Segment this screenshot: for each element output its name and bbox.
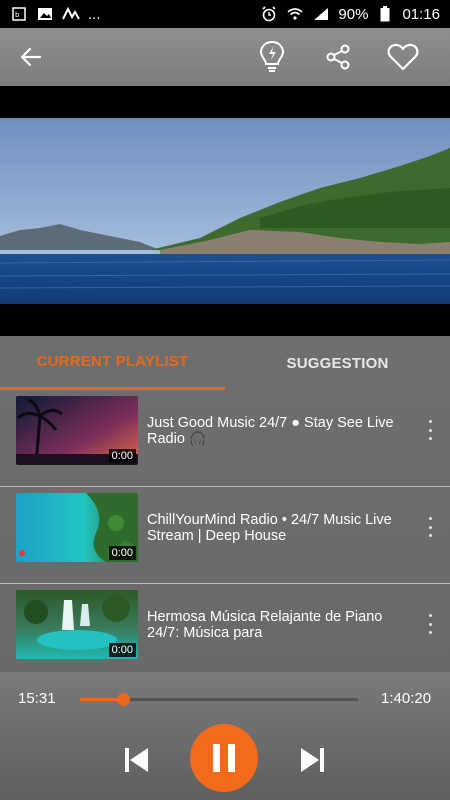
status-right: 90% 01:16 (260, 6, 440, 23)
lightbulb-icon (259, 40, 285, 72)
player-controls: 15:31 1:40:20 (0, 672, 450, 800)
skip-next-icon (301, 748, 324, 772)
share-button[interactable] (318, 37, 358, 77)
playlist-item[interactable]: 0:00 Hermosa Música Relajante de Piano 2… (0, 584, 450, 672)
playlist-item-title: Just Good Music 24/7 ● Stay See Live Rad… (147, 415, 394, 447)
notification-app-icon: b (10, 6, 28, 22)
video-player[interactable] (0, 86, 450, 336)
video-frame (0, 118, 450, 304)
tab-current-playlist[interactable]: CURRENT PLAYLIST (0, 336, 225, 390)
tab-suggestion[interactable]: SUGGESTION (225, 336, 450, 390)
video-thumbnail: 0:00 (16, 590, 138, 659)
app-logo-icon (62, 6, 80, 22)
heart-icon (387, 43, 419, 71)
signal-icon (312, 6, 330, 22)
playlist-item-title: Hermosa Música Relajante de Piano 24/7: … (147, 609, 383, 641)
more-options-button[interactable] (424, 614, 436, 634)
more-options-button[interactable] (424, 420, 436, 440)
skip-previous-icon (125, 748, 148, 772)
share-icon (326, 44, 350, 70)
more-options-button[interactable] (424, 517, 436, 537)
favorite-button[interactable] (383, 37, 423, 77)
duration-badge: 0:00 (108, 449, 136, 463)
playlist-item[interactable]: 0:00 ChillYourMind Radio • 24/7 Music Li… (0, 487, 450, 584)
back-arrow-icon (20, 47, 42, 67)
clock-text: 01:16 (402, 5, 440, 23)
pause-button[interactable] (190, 724, 258, 792)
image-icon (36, 6, 54, 22)
toolbar (0, 28, 450, 86)
video-thumbnail: 0:00 (16, 396, 138, 465)
pause-icon (213, 744, 235, 772)
battery-icon (376, 6, 394, 22)
status-more-text: ... (88, 5, 101, 23)
playlist-item[interactable]: 0:00 Just Good Music 24/7 ● Stay See Liv… (0, 390, 450, 487)
playlist: 0:00 Just Good Music 24/7 ● Stay See Liv… (0, 390, 450, 672)
lightbulb-button[interactable] (252, 37, 292, 77)
status-bar: b ... 90% 01:16 (0, 0, 450, 28)
playlist-item-title: ChillYourMind Radio • 24/7 Music Live St… (147, 512, 392, 544)
back-button[interactable] (11, 37, 51, 77)
video-thumbnail: 0:00 (16, 493, 138, 562)
seek-thumb[interactable] (117, 693, 131, 706)
duration-badge: 0:00 (108, 546, 136, 560)
total-time: 1:40:20 (381, 690, 432, 707)
next-button[interactable] (295, 742, 331, 778)
previous-button[interactable] (118, 742, 154, 778)
status-left: b ... (10, 6, 101, 23)
wifi-icon (286, 6, 304, 22)
tab-bar: CURRENT PLAYLIST SUGGESTION (0, 336, 450, 390)
elapsed-time: 15:31 (18, 690, 56, 707)
alarm-icon (260, 6, 278, 22)
duration-badge: 0:00 (108, 643, 136, 657)
seek-bar[interactable] (80, 693, 358, 706)
svg-text:b: b (15, 11, 20, 19)
battery-text: 90% (338, 5, 369, 23)
